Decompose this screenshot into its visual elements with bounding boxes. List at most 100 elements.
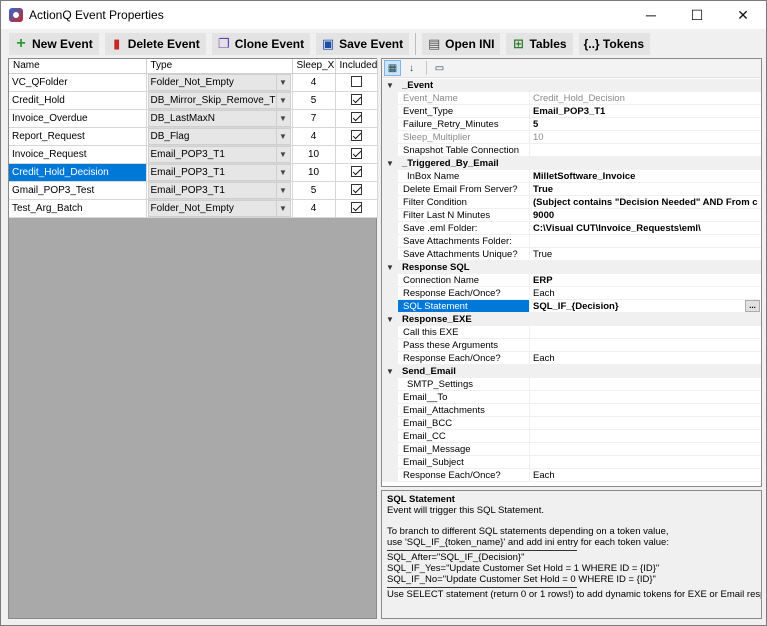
prop-failure-retry[interactable]: Failure_Retry_Minutes 5 (382, 118, 761, 131)
included-checkbox[interactable] (350, 94, 362, 106)
category-response-exe[interactable]: ▼ Response_EXE (382, 313, 761, 326)
prop-save-eml-folder[interactable]: Save .eml Folder: C:\Visual CUT\Invoice_R… (382, 222, 761, 235)
clone-event-button[interactable]: ❐ Clone Event (211, 33, 311, 55)
event-name-cell[interactable]: VC_QFolder (9, 73, 147, 92)
chevron-down-icon[interactable]: ▼ (275, 164, 290, 180)
included-cell[interactable] (335, 109, 378, 128)
sleep-cell[interactable]: 7 (292, 109, 336, 128)
sleep-cell[interactable]: 4 (292, 199, 336, 218)
prop-call-exe[interactable]: Call this EXE (382, 326, 761, 339)
event-type-dropdown[interactable]: Folder_Not_Empty ▼ (147, 73, 291, 90)
table-row[interactable]: Credit_Hold DB_Mirror_Skip_Remove_T1 ▼ 5 (9, 91, 378, 110)
open-ini-button[interactable]: ▤ Open INI (422, 33, 501, 55)
ellipsis-button[interactable]: ... (745, 300, 760, 312)
event-name-cell[interactable]: Invoice_Request (9, 145, 147, 164)
category-response-sql[interactable]: ▼ Response SQL (382, 261, 761, 274)
prop-connection-name[interactable]: Connection Name ERP (382, 274, 761, 287)
prop-email-bcc[interactable]: Email_BCC (382, 417, 761, 430)
prop-save-attachments-folder[interactable]: Save Attachments Folder: (382, 235, 761, 248)
event-type-cell[interactable]: Email_POP3_T1 ▼ (146, 181, 293, 200)
prop-email-attachments[interactable]: Email_Attachments (382, 404, 761, 417)
tokens-button[interactable]: {..} Tokens (578, 33, 651, 55)
event-name-cell[interactable]: Credit_Hold (9, 91, 147, 110)
sleep-cell[interactable]: 10 (292, 145, 336, 164)
collapse-icon[interactable]: ▼ (382, 157, 398, 170)
event-type-dropdown[interactable]: DB_Flag ▼ (147, 127, 291, 144)
table-row[interactable]: Invoice_Overdue DB_LastMaxN ▼ 7 (9, 109, 378, 128)
events-grid[interactable]: Name Type Sleep_X Included VC_QFolder Fol… (8, 58, 378, 619)
event-type-cell[interactable]: DB_Flag ▼ (146, 127, 293, 146)
chevron-down-icon[interactable]: ▼ (275, 74, 290, 90)
included-checkbox[interactable] (350, 112, 362, 124)
prop-email-to[interactable]: Email__To (382, 391, 761, 404)
prop-filter-condition[interactable]: Filter Condition (Subject contains "Decis… (382, 196, 761, 209)
table-row[interactable]: Credit_Hold_Decision Email_POP3_T1 ▼ 10 (9, 163, 378, 182)
included-cell[interactable] (335, 181, 378, 200)
event-name-cell[interactable]: Invoice_Overdue (9, 109, 147, 128)
event-type-cell[interactable]: Folder_Not_Empty ▼ (146, 73, 293, 92)
table-row[interactable]: VC_QFolder Folder_Not_Empty ▼ 4 (9, 73, 378, 92)
chevron-down-icon[interactable]: ▼ (275, 128, 290, 144)
prop-email-cc[interactable]: Email_CC (382, 430, 761, 443)
event-type-cell[interactable]: DB_LastMaxN ▼ (146, 109, 293, 128)
event-name-cell[interactable]: Test_Arg_Batch (9, 199, 147, 218)
title-bar[interactable]: ActionQ Event Properties ─ ☐ ✕ (1, 1, 766, 29)
save-event-button[interactable]: ▣ Save Event (316, 33, 410, 55)
prop-snapshot[interactable]: Snapshot Table Connection (382, 144, 761, 157)
included-cell[interactable] (335, 199, 378, 218)
categorized-view-icon[interactable]: ▦ (384, 60, 401, 76)
included-checkbox[interactable] (350, 166, 362, 178)
included-checkbox[interactable] (350, 148, 362, 160)
chevron-down-icon[interactable]: ▼ (275, 146, 290, 162)
event-name-cell[interactable]: Gmail_POP3_Test (9, 181, 147, 200)
collapse-icon[interactable]: ▼ (382, 365, 398, 378)
category-event[interactable]: ▼ _Event (382, 79, 761, 92)
prop-email-response-each[interactable]: Response Each/Once? Each (382, 469, 761, 482)
prop-delete-email[interactable]: Delete Email From Server? True (382, 183, 761, 196)
event-type-dropdown[interactable]: Email_POP3_T1 ▼ (147, 163, 291, 180)
included-cell[interactable] (335, 163, 378, 182)
sleep-cell[interactable]: 10 (292, 163, 336, 182)
prop-event-name[interactable]: Event_Name Credit_Hold_Decision (382, 92, 761, 105)
minimize-button[interactable]: ─ (628, 1, 674, 29)
event-type-cell[interactable]: Email_POP3_T1 ▼ (146, 163, 293, 182)
event-name-cell[interactable]: Credit_Hold_Decision (9, 163, 147, 182)
collapse-icon[interactable]: ▼ (382, 79, 398, 92)
property-pages-icon[interactable]: ▭ (431, 60, 448, 76)
event-type-cell[interactable]: DB_Mirror_Skip_Remove_T1 ▼ (146, 91, 293, 110)
sleep-cell[interactable]: 4 (292, 73, 336, 92)
prop-sql-response-each[interactable]: Response Each/Once? Each (382, 287, 761, 300)
sleep-cell[interactable]: 5 (292, 181, 336, 200)
col-header-included[interactable]: Included (335, 59, 378, 74)
included-cell[interactable] (335, 73, 378, 92)
prop-email-message[interactable]: Email_Message (382, 443, 761, 456)
event-name-cell[interactable]: Report_Request (9, 127, 147, 146)
prop-save-attachments-unique[interactable]: Save Attachments Unique? True (382, 248, 761, 261)
table-row[interactable]: Gmail_POP3_Test Email_POP3_T1 ▼ 5 (9, 181, 378, 200)
included-checkbox[interactable] (350, 130, 362, 142)
event-type-dropdown[interactable]: Email_POP3_T1 ▼ (147, 145, 291, 162)
prop-pass-arguments[interactable]: Pass these Arguments (382, 339, 761, 352)
prop-sleep-multiplier[interactable]: Sleep_Multiplier 10 (382, 131, 761, 144)
prop-email-subject[interactable]: Email_Subject (382, 456, 761, 469)
chevron-down-icon[interactable]: ▼ (275, 200, 290, 216)
event-type-cell[interactable]: Email_POP3_T1 ▼ (146, 145, 293, 164)
included-checkbox[interactable] (350, 202, 362, 214)
col-header-name[interactable]: Name (9, 59, 147, 74)
included-cell[interactable] (335, 91, 378, 110)
prop-sql-statement[interactable]: SQL Statement SQL_IF_{Decision}... (382, 300, 761, 313)
prop-exe-response-each[interactable]: Response Each/Once? Each (382, 352, 761, 365)
included-cell[interactable] (335, 127, 378, 146)
included-checkbox[interactable] (350, 184, 362, 196)
included-checkbox[interactable] (350, 76, 362, 88)
delete-event-button[interactable]: ▮ Delete Event (104, 33, 206, 55)
prop-smtp-settings[interactable]: SMTP_Settings (382, 378, 761, 391)
alphabetical-sort-icon[interactable]: ↓ (403, 60, 420, 76)
chevron-down-icon[interactable]: ▼ (275, 92, 290, 108)
chevron-down-icon[interactable]: ▼ (275, 110, 290, 126)
sleep-cell[interactable]: 4 (292, 127, 336, 146)
sleep-cell[interactable]: 5 (292, 91, 336, 110)
close-button[interactable]: ✕ (720, 1, 766, 29)
event-type-dropdown[interactable]: Email_POP3_T1 ▼ (147, 181, 291, 198)
tables-button[interactable]: ⊞ Tables (506, 33, 573, 55)
